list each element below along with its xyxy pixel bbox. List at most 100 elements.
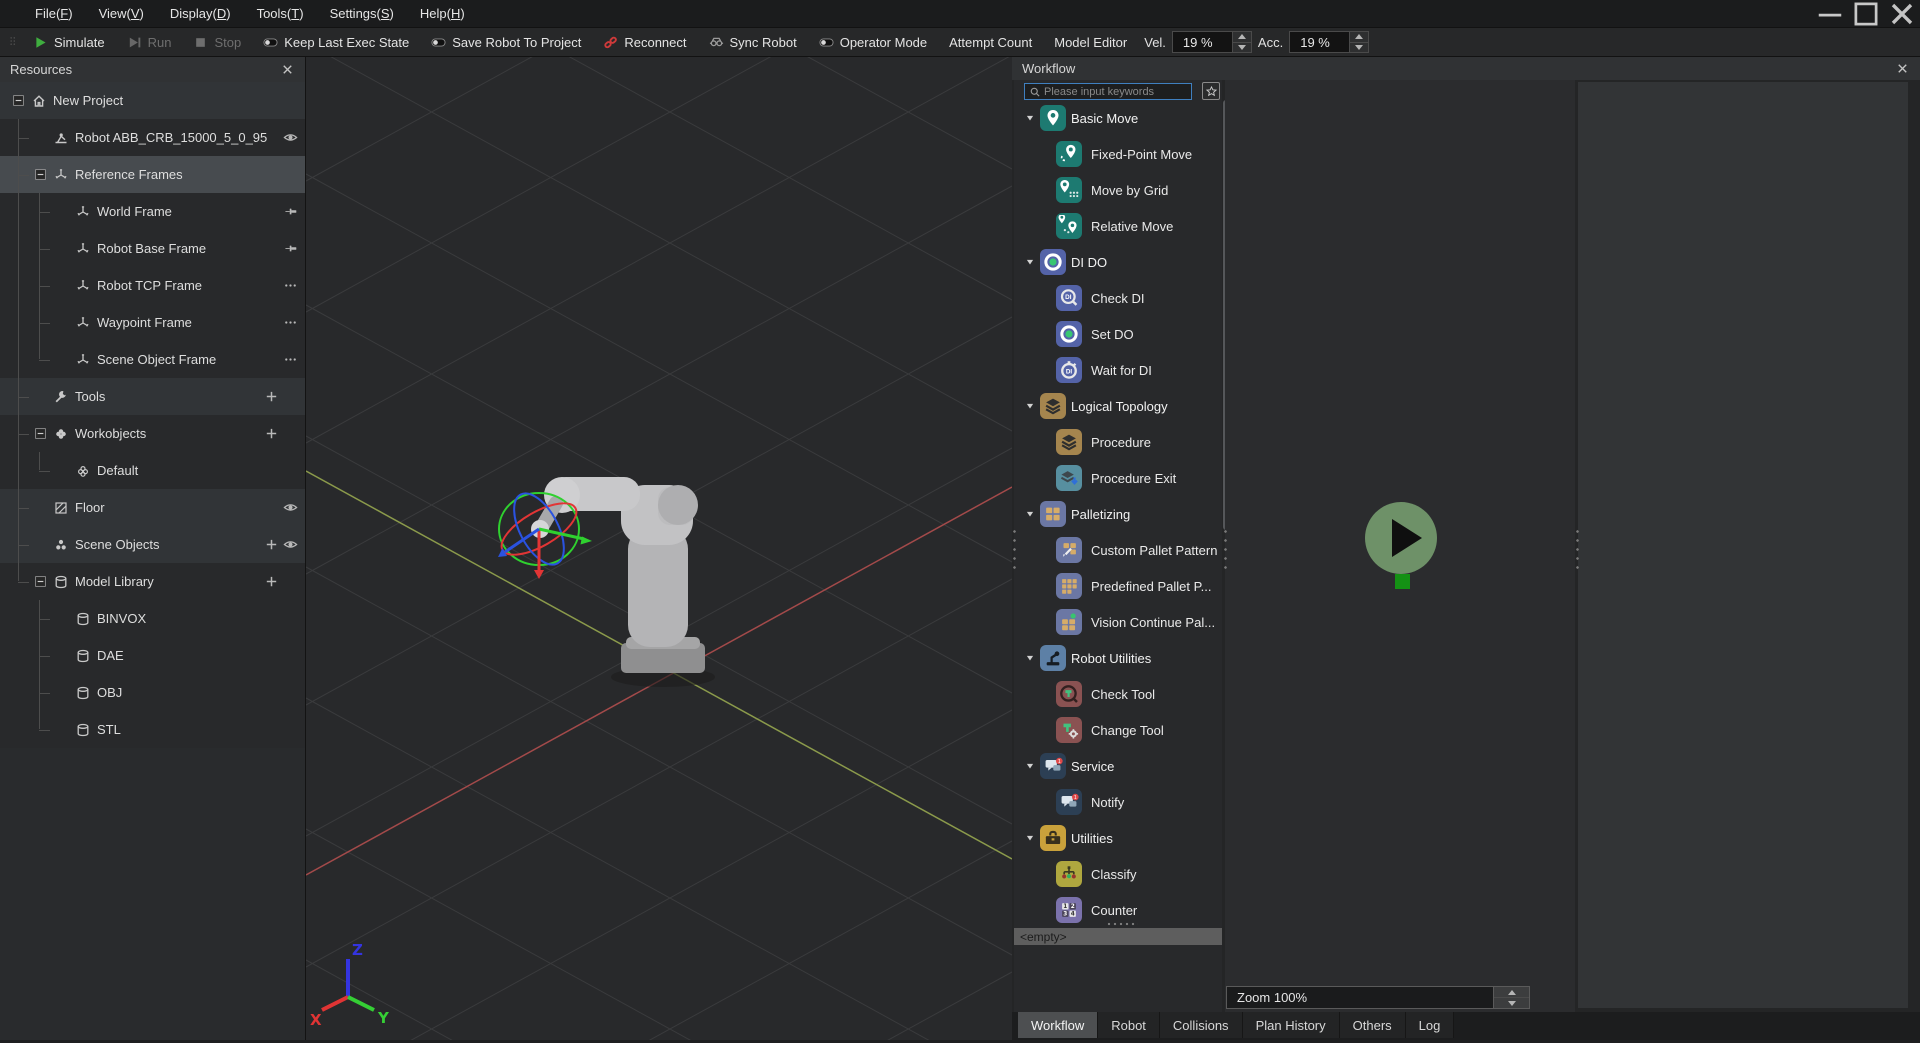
step-item-relative-move[interactable]: Relative Move	[1014, 208, 1222, 244]
more-icon[interactable]	[283, 315, 298, 330]
tab-collisions[interactable]: Collisions	[1160, 1012, 1243, 1038]
resource-item-obj[interactable]: OBJ	[0, 674, 305, 711]
resource-item-reference-frames[interactable]: Reference Frames	[0, 156, 305, 193]
step-item-notify[interactable]: 1Notify	[1014, 784, 1222, 820]
empty-selection-bar[interactable]: <empty>	[1014, 928, 1222, 945]
step-item-custom-pallet-pattern[interactable]: Custom Pallet Pattern	[1014, 532, 1222, 568]
tab-plan-history[interactable]: Plan History	[1243, 1012, 1340, 1038]
step-group-utilities[interactable]: Utilities	[1014, 820, 1222, 856]
plus-icon[interactable]	[264, 574, 279, 589]
zoom-in-button[interactable]	[1494, 987, 1529, 997]
close-icon[interactable]	[280, 62, 295, 77]
triangle-down-icon[interactable]	[1025, 651, 1035, 666]
tab-workflow[interactable]: Workflow	[1018, 1012, 1098, 1038]
menu-item-file[interactable]: File(F)	[22, 2, 86, 25]
step-item-move-by-grid[interactable]: Move by Grid	[1014, 172, 1222, 208]
step-group-robot-utilities[interactable]: Robot Utilities	[1014, 640, 1222, 676]
step-item-procedure-exit[interactable]: Procedure Exit	[1014, 460, 1222, 496]
close-icon[interactable]	[1884, 0, 1920, 27]
menu-item-tools[interactable]: Tools(T)	[244, 2, 317, 25]
plus-icon[interactable]	[264, 389, 279, 404]
robot-model[interactable]	[531, 477, 715, 687]
plus-icon[interactable]	[264, 426, 279, 441]
toolbar-attempt-count-button[interactable]: Attempt Count	[938, 31, 1043, 54]
toolbar-run-button[interactable]: Run	[116, 31, 183, 54]
step-group-logical-topology[interactable]: Logical Topology	[1014, 388, 1222, 424]
maximize-icon[interactable]	[1848, 0, 1884, 27]
triangle-down-icon[interactable]	[1025, 399, 1035, 414]
resource-item-scene-object-frame[interactable]: Scene Object Frame	[0, 341, 305, 378]
expander-minus-icon[interactable]	[34, 168, 47, 181]
3d-viewport[interactable]: Z X Y	[306, 57, 1012, 1040]
menu-item-view[interactable]: View(V)	[86, 2, 157, 25]
step-item-check-di[interactable]: DICheck DI	[1014, 280, 1222, 316]
splitter-handle[interactable]	[1223, 527, 1228, 573]
toolbar-keep-last-exec-state-button[interactable]: Keep Last Exec State	[252, 31, 420, 54]
eye-icon[interactable]	[283, 500, 298, 515]
zoom-out-button[interactable]	[1494, 997, 1529, 1008]
velocity-spinbox[interactable]: 19 %	[1172, 31, 1252, 53]
expander-minus-icon[interactable]	[12, 94, 25, 107]
resource-item-binvox[interactable]: BINVOX	[0, 600, 305, 637]
resource-item-floor[interactable]: Floor	[0, 489, 305, 526]
tab-robot[interactable]: Robot	[1098, 1012, 1160, 1038]
pin-icon[interactable]	[283, 204, 298, 219]
step-group-di-do[interactable]: DI DO	[1014, 244, 1222, 280]
resource-item-default[interactable]: Default	[0, 452, 305, 489]
step-group-palletizing[interactable]: Palletizing	[1014, 496, 1222, 532]
acceleration-decrease-button[interactable]	[1350, 42, 1368, 53]
close-icon[interactable]	[1895, 61, 1910, 76]
resource-item-robot-tcp-frame[interactable]: Robot TCP Frame	[0, 267, 305, 304]
eye-icon[interactable]	[283, 130, 298, 145]
menu-item-settings[interactable]: Settings(S)	[317, 2, 407, 25]
toolbar-simulate-button[interactable]: Simulate	[22, 31, 116, 54]
toolbar-reconnect-button[interactable]: Reconnect	[592, 31, 697, 54]
toolbar-grip-icon[interactable]	[8, 32, 18, 53]
search-input[interactable]	[1044, 86, 1187, 98]
triangle-down-icon[interactable]	[1025, 507, 1035, 522]
favorites-button[interactable]	[1202, 82, 1220, 100]
step-group-service[interactable]: 1Service	[1014, 748, 1222, 784]
tab-log[interactable]: Log	[1406, 1012, 1455, 1038]
toolbar-sync-robot-button[interactable]: Sync Robot	[698, 31, 808, 54]
step-item-classify[interactable]: Classify	[1014, 856, 1222, 892]
resource-item-tools[interactable]: Tools	[0, 378, 305, 415]
acceleration-spinbox[interactable]: 19 %	[1289, 31, 1369, 53]
triangle-down-icon[interactable]	[1025, 255, 1035, 270]
step-group-basic-move[interactable]: Basic Move	[1014, 100, 1222, 136]
tab-others[interactable]: Others	[1340, 1012, 1406, 1038]
resource-item-workobjects[interactable]: Workobjects	[0, 415, 305, 452]
triangle-down-icon[interactable]	[1025, 759, 1035, 774]
resource-item-robot-base-frame[interactable]: Robot Base Frame	[0, 230, 305, 267]
plus-icon[interactable]	[264, 537, 279, 552]
velocity-increase-button[interactable]	[1233, 32, 1251, 42]
more-icon[interactable]	[283, 352, 298, 367]
resource-item-stl[interactable]: STL	[0, 711, 305, 748]
triangle-down-icon[interactable]	[1025, 111, 1035, 126]
step-item-change-tool[interactable]: Change Tool	[1014, 712, 1222, 748]
step-item-vision-continue-pal[interactable]: Vision Continue Pal...	[1014, 604, 1222, 640]
resource-item-robot-abb-crb-15000-5-0-95[interactable]: Robot ABB_CRB_15000_5_0_95	[0, 119, 305, 156]
more-icon[interactable]	[283, 278, 298, 293]
triangle-down-icon[interactable]	[1025, 831, 1035, 846]
step-item-fixed-point-move[interactable]: Fixed-Point Move	[1014, 136, 1222, 172]
toolbar-model-editor-button[interactable]: Model Editor	[1043, 31, 1138, 54]
toolbar-operator-mode-button[interactable]: Operator Mode	[808, 31, 938, 54]
toolbar-stop-button[interactable]: Stop	[182, 31, 252, 54]
resource-item-new-project[interactable]: New Project	[0, 82, 305, 119]
resource-item-scene-objects[interactable]: Scene Objects	[0, 526, 305, 563]
expander-minus-icon[interactable]	[34, 427, 47, 440]
velocity-decrease-button[interactable]	[1233, 42, 1251, 53]
resource-item-model-library[interactable]: Model Library	[0, 563, 305, 600]
step-item-set-do[interactable]: Set DO	[1014, 316, 1222, 352]
expander-minus-icon[interactable]	[34, 575, 47, 588]
toolbar-save-robot-to-project-button[interactable]: Save Robot To Project	[420, 31, 592, 54]
step-item-procedure[interactable]: Procedure	[1014, 424, 1222, 460]
pin-icon[interactable]	[283, 241, 298, 256]
resource-item-waypoint-frame[interactable]: Waypoint Frame	[0, 304, 305, 341]
minimize-icon[interactable]	[1812, 0, 1848, 27]
splitter-handle[interactable]	[1575, 527, 1580, 573]
eye-icon[interactable]	[283, 537, 298, 552]
tree-resize-handle[interactable]	[1106, 921, 1138, 927]
step-item-wait-for-di[interactable]: DIWait for DI	[1014, 352, 1222, 388]
